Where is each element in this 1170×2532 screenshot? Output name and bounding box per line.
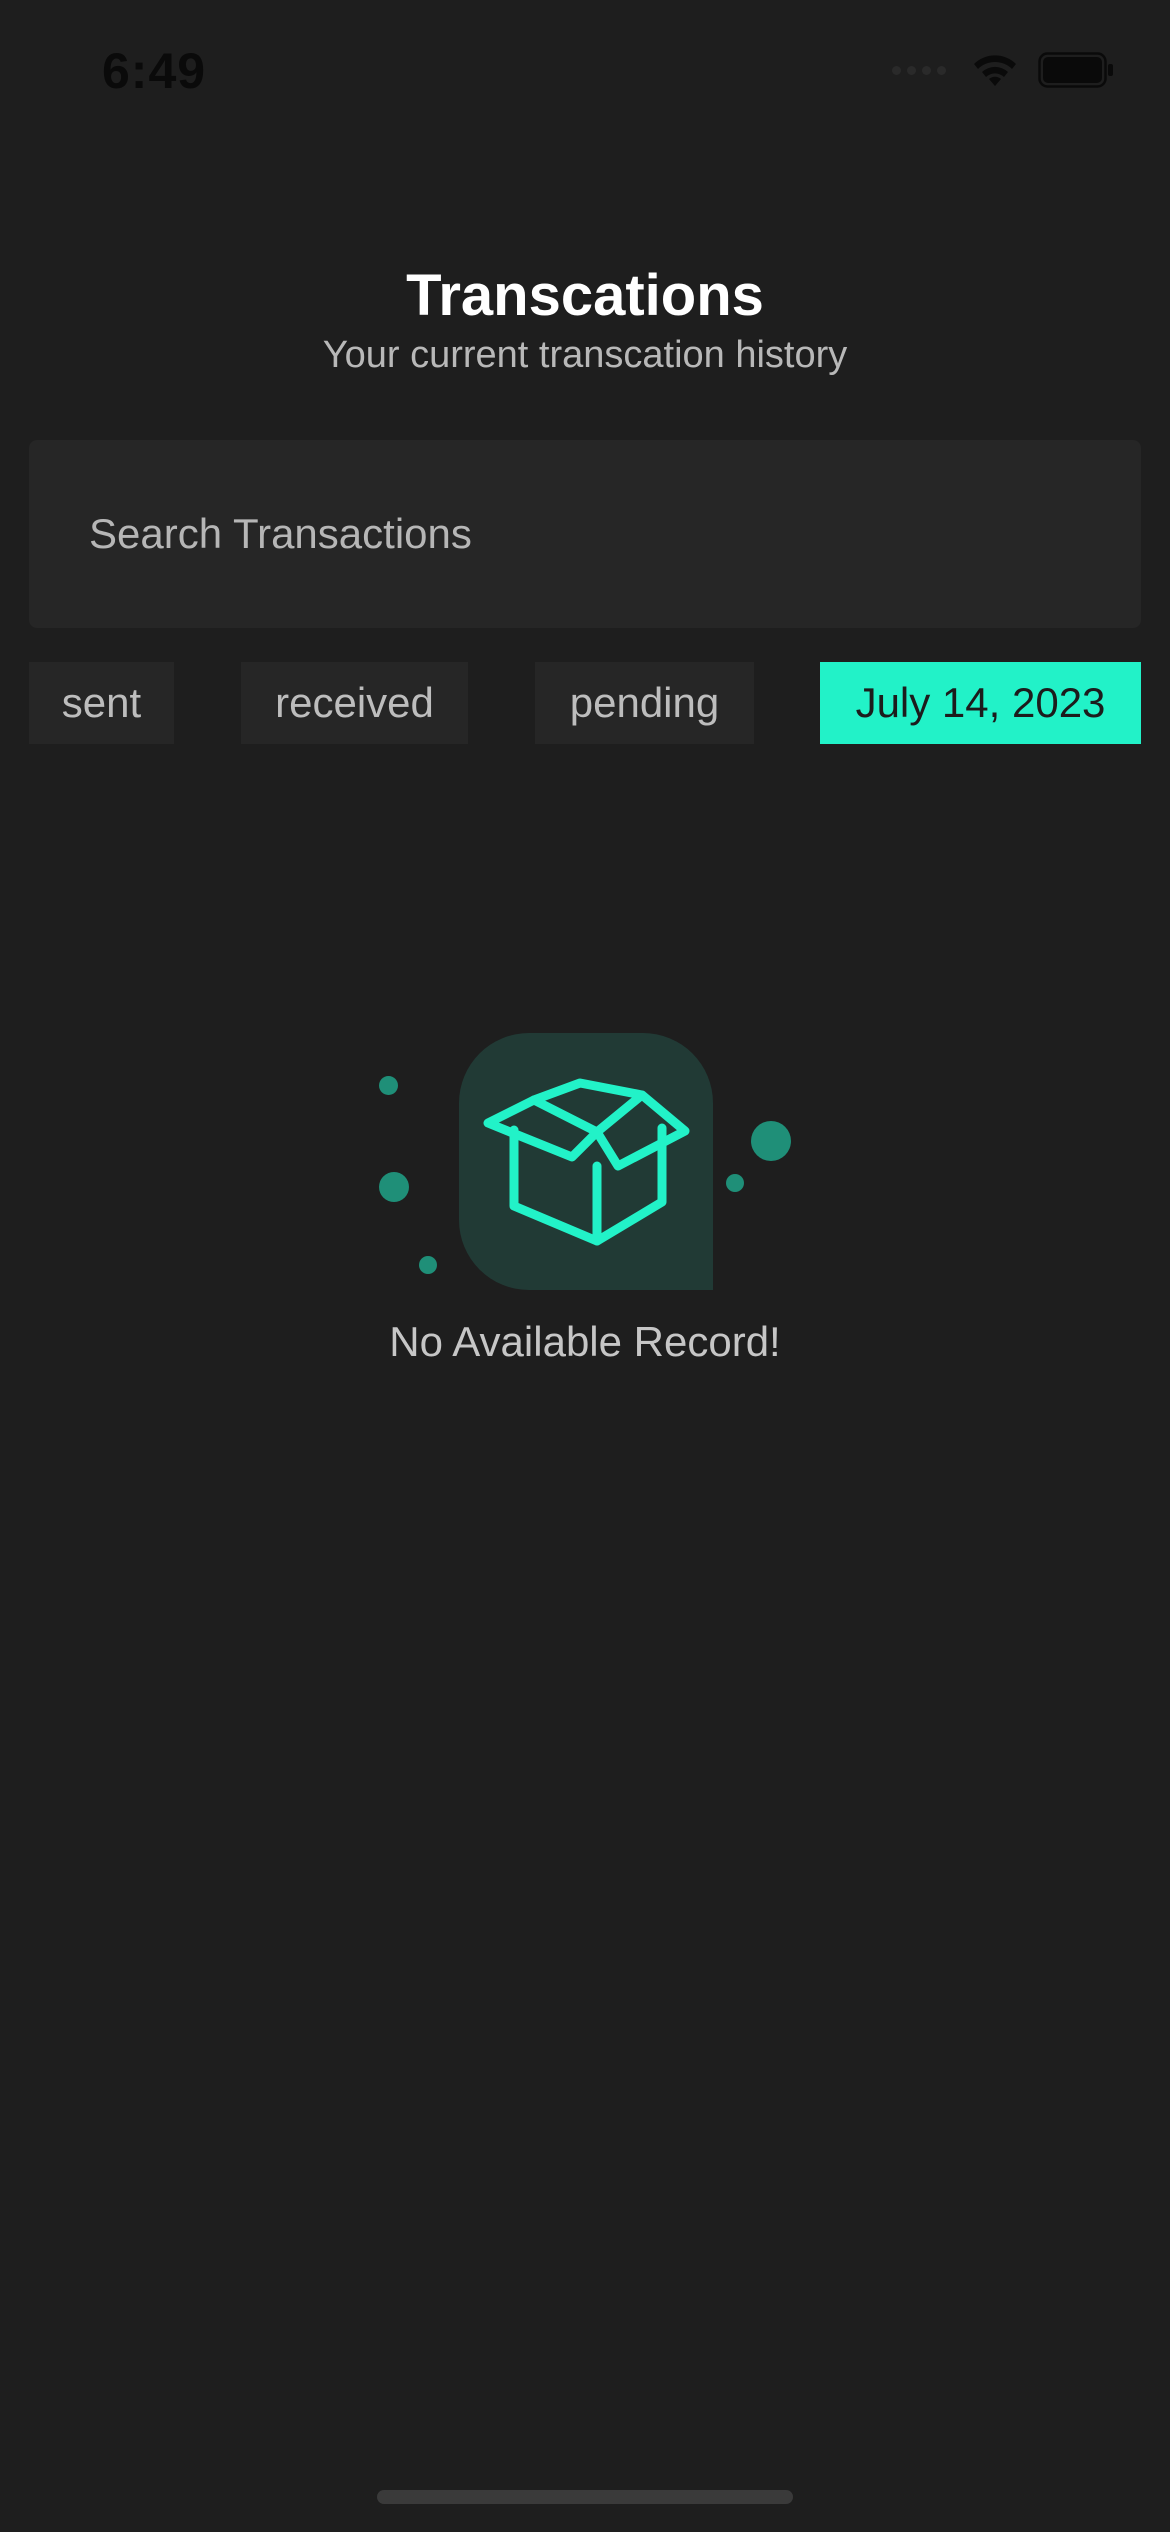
filter-chip-received[interactable]: received xyxy=(241,662,468,744)
decor-dot xyxy=(419,1256,437,1274)
cellular-signal-icon xyxy=(892,65,946,75)
decor-dot xyxy=(726,1174,744,1192)
search-input[interactable] xyxy=(89,440,1089,628)
battery-icon xyxy=(1038,52,1113,88)
filter-chip-sent[interactable]: sent xyxy=(29,662,174,744)
page-title: Transcations xyxy=(406,263,764,328)
search-box[interactable] xyxy=(29,440,1141,628)
empty-state-card xyxy=(459,1033,713,1290)
decor-dot xyxy=(751,1121,791,1161)
status-icons xyxy=(892,52,1114,88)
page-subtitle: Your current transcation history xyxy=(322,334,848,376)
decor-dot xyxy=(379,1172,409,1202)
status-bar: 6:49 xyxy=(0,0,1170,140)
open-box-icon xyxy=(483,1078,690,1246)
filter-chip-pending[interactable]: pending xyxy=(535,662,754,744)
wifi-icon xyxy=(974,55,1016,86)
status-time: 6:49 xyxy=(102,43,207,99)
home-indicator[interactable] xyxy=(377,2490,793,2504)
decor-dot xyxy=(379,1076,398,1095)
empty-state-illustration xyxy=(360,1000,810,1320)
empty-state-message: No Available Record! xyxy=(389,1318,781,1365)
date-filter-button[interactable]: July 14, 2023 xyxy=(820,662,1141,744)
